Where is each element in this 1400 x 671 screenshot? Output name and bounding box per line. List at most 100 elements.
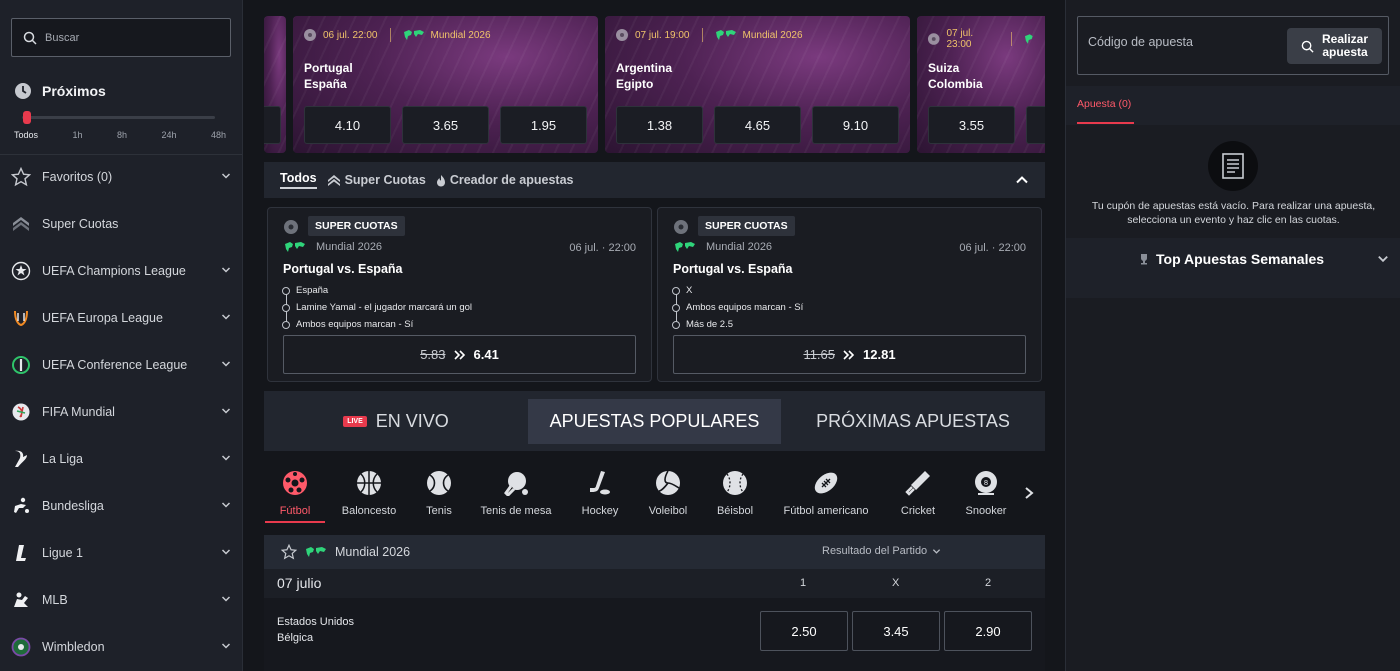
chevron-down-icon bbox=[221, 173, 231, 179]
tab-label: PRÓXIMAS APUESTAS bbox=[816, 411, 1010, 431]
volleyball-icon bbox=[655, 470, 681, 496]
team-home: Portugal bbox=[304, 61, 353, 75]
odds-button-home[interactable]: 2.50 bbox=[760, 611, 848, 651]
conference-league-icon bbox=[10, 354, 32, 376]
sidebar-item-bundesliga[interactable]: Bundesliga bbox=[0, 483, 242, 529]
odds-button-away[interactable]: 2.90 bbox=[944, 611, 1032, 651]
time-filter-todos[interactable]: Todos bbox=[14, 130, 38, 140]
sport-tenis-de-mesa[interactable]: Tenis de mesa bbox=[476, 470, 556, 517]
featured-match-card[interactable]: 06 jul. 22:00 Mundial 2026 Portugal Espa… bbox=[293, 16, 598, 153]
sport-baloncesto[interactable]: Baloncesto bbox=[334, 470, 404, 517]
svg-text:8: 8 bbox=[984, 479, 988, 487]
odds-button-home[interactable]: 3.55 bbox=[928, 106, 1015, 144]
sidebar-item-champions-league[interactable]: UEFA Champions League bbox=[0, 248, 242, 294]
top-apuestas-section[interactable]: Top Apuestas Semanales bbox=[1066, 238, 1400, 298]
sport-futbol-americano[interactable]: Fútbol americano bbox=[776, 470, 876, 517]
chevron-down-icon bbox=[221, 549, 231, 555]
sidebar-item-super-cuotas[interactable]: Super Cuotas bbox=[0, 201, 242, 247]
odds-button-away[interactable]: 9.10 bbox=[812, 106, 899, 144]
card-league-name: Mundial 2026 bbox=[316, 241, 383, 253]
sport-label: Hockey bbox=[581, 505, 619, 517]
tab-en-vivo[interactable]: LIVE EN VIVO bbox=[264, 399, 528, 444]
odds-button-draw[interactable] bbox=[1026, 106, 1045, 144]
banner-meta: 07 jul. 23:00 bbox=[927, 28, 1045, 50]
sidebar-item-favoritos[interactable]: Favoritos (0) bbox=[0, 154, 242, 200]
odds-button-draw[interactable]: 3.65 bbox=[402, 106, 489, 144]
odds-button-draw[interactable]: 3.45 bbox=[852, 611, 940, 651]
odds-button-away[interactable]: 1.95 bbox=[500, 106, 587, 144]
bet-code-box: Realizar apuesta bbox=[1077, 16, 1389, 75]
time-filter-8h[interactable]: 8h bbox=[117, 130, 127, 140]
ping-pong-icon bbox=[503, 470, 529, 496]
super-cuota-card[interactable]: SUPER CUOTAS Mundial 2026 06 jul. · 22:0… bbox=[657, 207, 1042, 382]
world-map-icon bbox=[306, 547, 326, 557]
tab-apuestas-populares[interactable]: APUESTAS POPULARES bbox=[528, 399, 781, 444]
banner-meta: 06 jul. 22:00 Mundial 2026 bbox=[303, 28, 491, 42]
chevron-right-icon[interactable] bbox=[1023, 486, 1035, 500]
odds-button-draw[interactable]: 4.65 bbox=[714, 106, 801, 144]
snooker-ball-icon: 8 bbox=[973, 470, 999, 496]
chevron-down-icon[interactable] bbox=[1377, 253, 1389, 265]
sidebar-item-conference-league[interactable]: UEFA Conference League bbox=[0, 342, 242, 388]
sidebar-item-europa-league[interactable]: UEFA Europa League bbox=[0, 295, 242, 341]
filter-creador-apuestas[interactable]: Creador de apuestas bbox=[436, 173, 574, 187]
time-filter-1h[interactable]: 1h bbox=[73, 130, 83, 140]
tab-apuesta[interactable]: Apuesta (0) bbox=[1077, 98, 1131, 110]
filter-todos[interactable]: Todos bbox=[280, 171, 317, 189]
soccer-ball-icon bbox=[282, 470, 308, 496]
la-liga-icon bbox=[10, 448, 32, 470]
featured-match-card[interactable]: 07 jul. 19:00 Mundial 2026 Argentina Egi… bbox=[605, 16, 910, 153]
time-filter-48h[interactable]: 48h bbox=[211, 130, 226, 140]
sport-cricket[interactable]: Cricket bbox=[888, 470, 948, 517]
sport-hockey[interactable]: Hockey bbox=[570, 470, 630, 517]
odds-button-home[interactable]: 4.10 bbox=[304, 106, 391, 144]
odds-button-home[interactable]: 1.38 bbox=[616, 106, 703, 144]
sport-voleibol[interactable]: Voleibol bbox=[638, 470, 698, 517]
col-header-2: 2 bbox=[985, 577, 992, 589]
market-selector[interactable]: Resultado del Partido bbox=[822, 545, 941, 557]
match-row[interactable]: Estados Unidos Bélgica 2.50 3.45 2.90 bbox=[264, 598, 1045, 671]
banner-teams: Suiza Colombia bbox=[928, 60, 983, 92]
sidebar-item-ligue-1[interactable]: Ligue 1 bbox=[0, 530, 242, 576]
time-slider-handle[interactable] bbox=[23, 111, 31, 124]
sidebar-item-fifa-mundial[interactable]: FIFA Mundial bbox=[0, 389, 242, 435]
sport-futbol[interactable]: Fútbol bbox=[265, 470, 325, 523]
sidebar-item-la-liga[interactable]: La Liga bbox=[0, 436, 242, 482]
star-icon[interactable] bbox=[281, 544, 297, 560]
sidebar-item-label: La Liga bbox=[42, 452, 84, 466]
realizar-apuesta-button[interactable]: Realizar apuesta bbox=[1287, 28, 1382, 64]
sidebar-item-label: UEFA Conference League bbox=[42, 358, 188, 372]
filter-super-cuotas[interactable]: Super Cuotas bbox=[327, 173, 426, 187]
super-cuota-odds-button[interactable]: 11.65 12.81 bbox=[673, 335, 1026, 374]
super-cuota-odds-button[interactable]: 5.83 6.41 bbox=[283, 335, 636, 374]
soccer-ball-icon bbox=[284, 220, 298, 234]
card-match: Portugal vs. España bbox=[673, 262, 793, 276]
team-away: Egipto bbox=[616, 77, 654, 91]
tab-proximas-apuestas[interactable]: PRÓXIMAS APUESTAS bbox=[781, 399, 1045, 444]
time-slider-track[interactable] bbox=[22, 116, 215, 119]
bet-code-input[interactable] bbox=[1088, 35, 1288, 49]
active-tab-indicator bbox=[1077, 122, 1134, 124]
super-cuota-card[interactable]: SUPER CUOTAS Mundial 2026 06 jul. · 22:0… bbox=[267, 207, 652, 382]
soccer-ball-icon bbox=[616, 29, 628, 41]
sport-label: Tenis de mesa bbox=[480, 505, 552, 517]
sidebar-item-wimbledon[interactable]: Wimbledon bbox=[0, 624, 242, 670]
card-league: Mundial 2026 bbox=[674, 241, 772, 253]
sport-label: Tenis bbox=[426, 505, 452, 517]
odds-button[interactable] bbox=[264, 106, 281, 144]
chevron-up-icon[interactable] bbox=[1015, 173, 1029, 187]
chevron-down-icon bbox=[221, 502, 231, 508]
time-filter-24h[interactable]: 24h bbox=[161, 130, 176, 140]
sport-beisbol[interactable]: Béisbol bbox=[705, 470, 765, 517]
team-home: Suiza bbox=[928, 61, 960, 75]
banner-teams: Argentina Egipto bbox=[616, 60, 672, 92]
search-box[interactable] bbox=[11, 18, 231, 57]
sidebar-item-label: Favoritos (0) bbox=[42, 170, 113, 184]
featured-match-card[interactable]: 07 jul. 23:00 Suiza Colombia 3.55 bbox=[917, 16, 1045, 153]
soccer-ball-icon bbox=[674, 220, 688, 234]
sport-tenis[interactable]: Tenis bbox=[409, 470, 469, 517]
search-input[interactable] bbox=[45, 31, 205, 44]
banner-partial-left[interactable] bbox=[264, 16, 286, 153]
sport-snooker[interactable]: 8 Snooker bbox=[956, 470, 1016, 517]
sidebar-item-mlb[interactable]: MLB bbox=[0, 577, 242, 623]
